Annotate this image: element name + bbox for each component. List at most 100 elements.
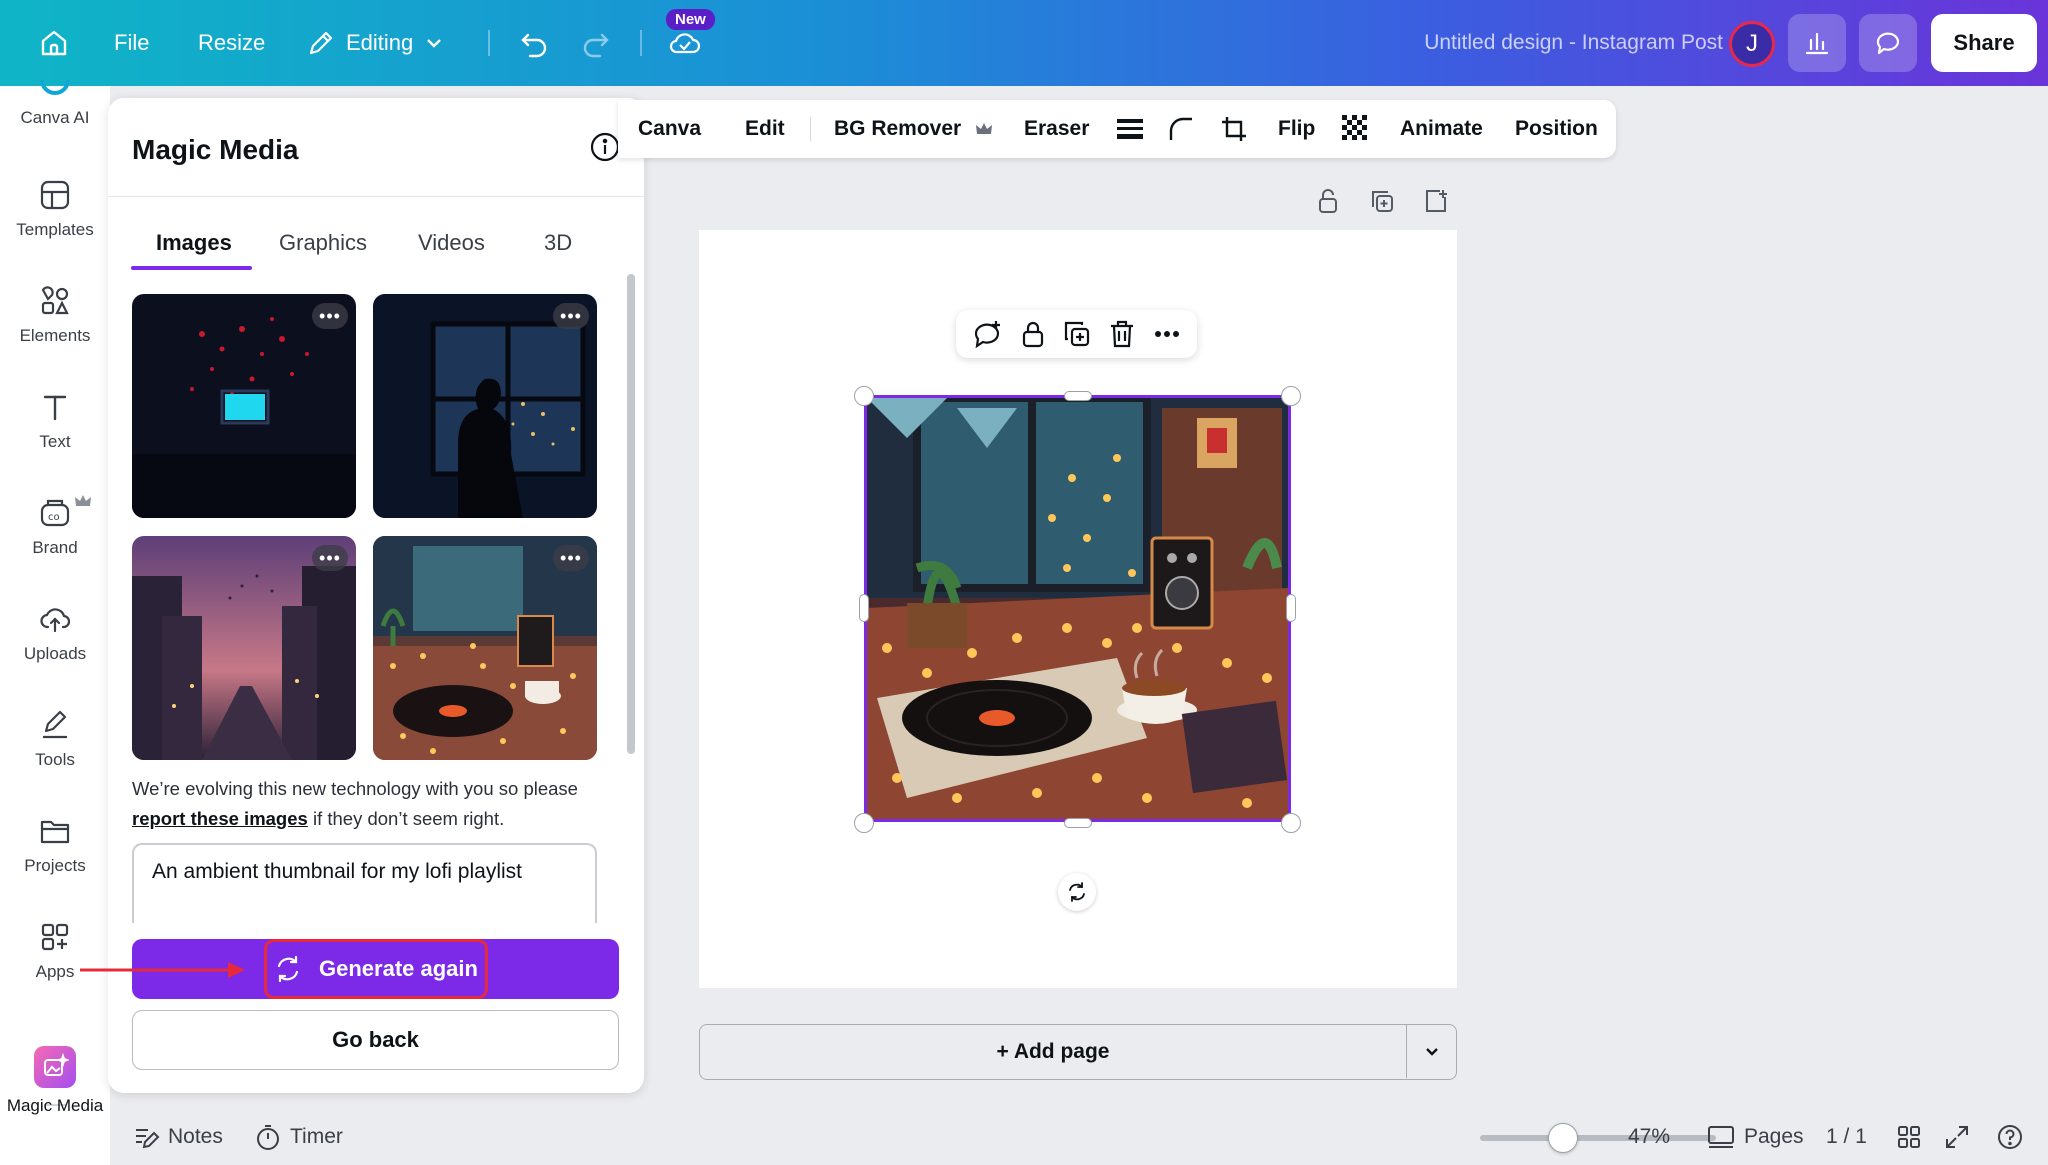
resize-handle-left[interactable] xyxy=(859,594,869,622)
crop-button[interactable] xyxy=(1220,100,1248,158)
tab-graphics[interactable]: Graphics xyxy=(279,230,367,256)
line-weight-icon xyxy=(1117,119,1143,139)
redo-icon xyxy=(583,33,609,58)
svg-text:co: co xyxy=(48,512,60,523)
transparency-button[interactable] xyxy=(1342,100,1370,158)
resize-handle-top[interactable] xyxy=(1064,391,1092,401)
timer-button[interactable]: Timer xyxy=(254,1108,343,1165)
share-button[interactable]: Share xyxy=(1931,14,2037,72)
rail-item-templates[interactable]: Templates xyxy=(0,178,110,240)
tab-videos[interactable]: Videos xyxy=(418,230,485,256)
rotate-handle[interactable] xyxy=(1058,873,1096,911)
corner-rounding-button[interactable] xyxy=(1168,100,1194,158)
flip-button[interactable]: Flip xyxy=(1278,100,1315,158)
lock-icon xyxy=(1319,189,1337,213)
edit-button[interactable]: Edit xyxy=(745,100,785,158)
generated-image-2[interactable]: ••• xyxy=(373,294,597,518)
selected-lofi-image[interactable] xyxy=(864,395,1291,822)
animate-button[interactable]: Animate xyxy=(1400,100,1483,158)
tab-images[interactable]: Images xyxy=(156,230,232,256)
undo-icon xyxy=(521,33,547,58)
resize-menu[interactable]: Resize xyxy=(198,0,265,86)
lock-icon[interactable] xyxy=(1018,319,1048,349)
comments-button[interactable] xyxy=(1859,14,1917,72)
add-page-button[interactable]: + Add page xyxy=(700,1025,1407,1078)
bottom-bar: Notes Timer 47% Pages 1 / 1 xyxy=(110,1108,2048,1165)
add-page-icon xyxy=(1426,190,1447,212)
chevron-down-icon xyxy=(427,39,442,48)
bar-chart-icon xyxy=(1805,32,1829,55)
rail-item-label: Uploads xyxy=(23,644,87,663)
rail-item-canva-ai[interactable]: Canva AI xyxy=(0,80,110,128)
zoom-slider-handle[interactable] xyxy=(1547,1123,1578,1153)
generated-image-1[interactable]: ••• xyxy=(132,294,356,518)
page-count: 1 / 1 xyxy=(1826,1124,1867,1148)
generated-image-3[interactable]: ••• xyxy=(132,536,356,760)
go-back-button[interactable]: Go back xyxy=(132,1010,619,1070)
more-options-button[interactable]: ••• xyxy=(553,545,589,571)
element-floating-toolbar xyxy=(956,310,1197,358)
comment-add-icon[interactable] xyxy=(971,318,1003,350)
more-horizontal-icon[interactable] xyxy=(1152,319,1182,349)
crop-icon xyxy=(1222,117,1246,141)
grid-view-button[interactable] xyxy=(1896,1108,1922,1165)
rail-item-uploads[interactable]: Uploads xyxy=(0,602,110,664)
rail-item-text[interactable]: Text xyxy=(0,390,110,452)
tab-3d[interactable]: 3D xyxy=(544,230,572,256)
add-page-icon-button[interactable] xyxy=(1422,187,1450,215)
bg-remover-button[interactable]: BG Remover xyxy=(834,100,993,158)
info-button[interactable] xyxy=(589,131,621,163)
resize-handle-bottom-right[interactable] xyxy=(1281,813,1301,833)
rail-item-label: Elements xyxy=(19,326,91,345)
notes-button[interactable]: Notes xyxy=(132,1108,223,1165)
pages-button[interactable]: Pages xyxy=(1706,1108,1804,1165)
disclaimer-part: We’re evolving this new technology with … xyxy=(132,778,578,799)
rail-item-label: Brand xyxy=(32,538,78,557)
file-menu[interactable]: File xyxy=(114,0,149,86)
more-options-button[interactable]: ••• xyxy=(553,303,589,329)
undo-button[interactable] xyxy=(518,0,550,86)
top-bar: File Resize Editing New Untitled design … xyxy=(0,0,2048,86)
help-button[interactable] xyxy=(1996,1108,2024,1165)
rail-item-brand[interactable]: co Brand xyxy=(0,495,110,558)
panel-scrollbar[interactable] xyxy=(627,274,635,754)
rail-item-tools[interactable]: Tools xyxy=(0,708,110,770)
more-options-button[interactable]: ••• xyxy=(312,545,348,571)
editing-mode-dropdown[interactable]: Editing xyxy=(306,0,445,86)
duplicate-page-button[interactable] xyxy=(1368,187,1396,215)
trash-icon[interactable] xyxy=(1107,319,1137,349)
rail-item-magic-media[interactable]: Magic Media xyxy=(0,1046,110,1116)
prompt-input[interactable]: An ambient thumbnail for my lofi playlis… xyxy=(132,843,597,923)
report-images-link[interactable]: report these images xyxy=(132,808,308,829)
add-page-options-button[interactable] xyxy=(1408,1025,1456,1078)
rail-item-projects[interactable]: Projects xyxy=(0,814,110,876)
edit-in-canva-button[interactable]: Canva xyxy=(638,100,701,158)
canva-ai-icon xyxy=(40,80,70,95)
insights-button[interactable] xyxy=(1788,14,1846,72)
eraser-button[interactable]: Eraser xyxy=(1024,100,1089,158)
design-title[interactable]: Untitled design - Instagram Post xyxy=(1424,0,1723,86)
cloud-check-icon xyxy=(669,33,701,54)
lock-page-button[interactable] xyxy=(1314,187,1342,215)
home-button[interactable] xyxy=(38,0,70,86)
left-rail: Canva AI Templates Elements Text co Bran… xyxy=(0,80,110,1165)
pages-icon xyxy=(1708,1125,1734,1148)
tools-pen-icon xyxy=(43,710,67,739)
avatar[interactable]: J xyxy=(1729,21,1775,67)
zoom-level[interactable]: 47% xyxy=(1628,1108,1670,1165)
fullscreen-button[interactable] xyxy=(1944,1108,1970,1165)
more-options-button[interactable]: ••• xyxy=(312,303,348,329)
position-button[interactable]: Position xyxy=(1515,100,1598,158)
resize-handle-top-left[interactable] xyxy=(854,386,874,406)
border-style-button[interactable] xyxy=(1116,100,1144,158)
zoom-slider-track[interactable] xyxy=(1480,1135,1716,1141)
rail-item-elements[interactable]: Elements xyxy=(0,284,110,346)
toolbar-divider xyxy=(488,30,490,56)
generated-image-4[interactable]: ••• xyxy=(373,536,597,760)
resize-handle-right[interactable] xyxy=(1286,594,1296,622)
resize-handle-bottom[interactable] xyxy=(1064,818,1092,828)
duplicate-icon[interactable] xyxy=(1062,319,1092,349)
resize-handle-top-right[interactable] xyxy=(1281,386,1301,406)
resize-handle-bottom-left[interactable] xyxy=(854,813,874,833)
redo-button[interactable] xyxy=(580,0,612,86)
